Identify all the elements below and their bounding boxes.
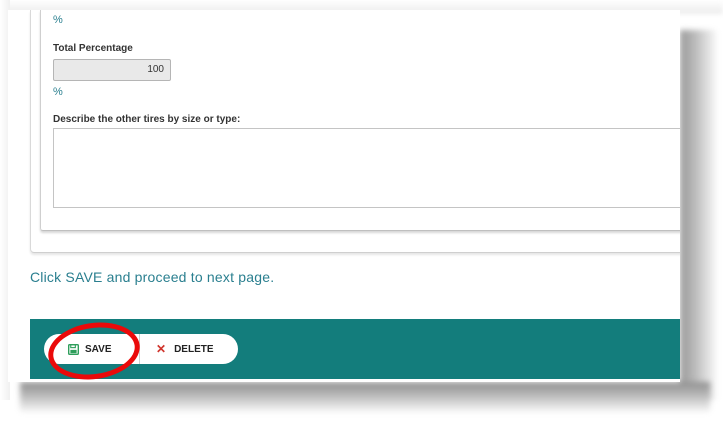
action-button-group: SAVE ✕ DELETE [44, 334, 238, 364]
total-percentage-field: 100 [53, 59, 171, 81]
save-button-label: SAVE [85, 343, 112, 355]
total-percentage-label: Total Percentage [53, 43, 133, 54]
describe-tires-textarea[interactable] [53, 128, 680, 208]
save-button[interactable]: SAVE [44, 334, 140, 364]
form-page: % Total Percentage 100 % Describe the ot… [8, 10, 680, 382]
x-icon: ✕ [156, 342, 167, 356]
action-footer-bar: SAVE ✕ DELETE [30, 319, 680, 379]
delete-button[interactable]: ✕ DELETE [140, 334, 214, 364]
describe-tires-label: Describe the other tires by size or type… [53, 114, 241, 125]
screenshot-stage: % Total Percentage 100 % Describe the ot… [0, 0, 723, 432]
floppy-disk-icon [68, 343, 79, 355]
frame-shadow-right [680, 30, 716, 400]
save-instruction-text: Click SAVE and proceed to next page. [30, 269, 275, 285]
delete-button-label: DELETE [174, 343, 214, 355]
unit-label-top: % [53, 14, 63, 26]
frame-shadow-bottom [20, 382, 710, 412]
unit-label-bottom: % [53, 86, 63, 98]
